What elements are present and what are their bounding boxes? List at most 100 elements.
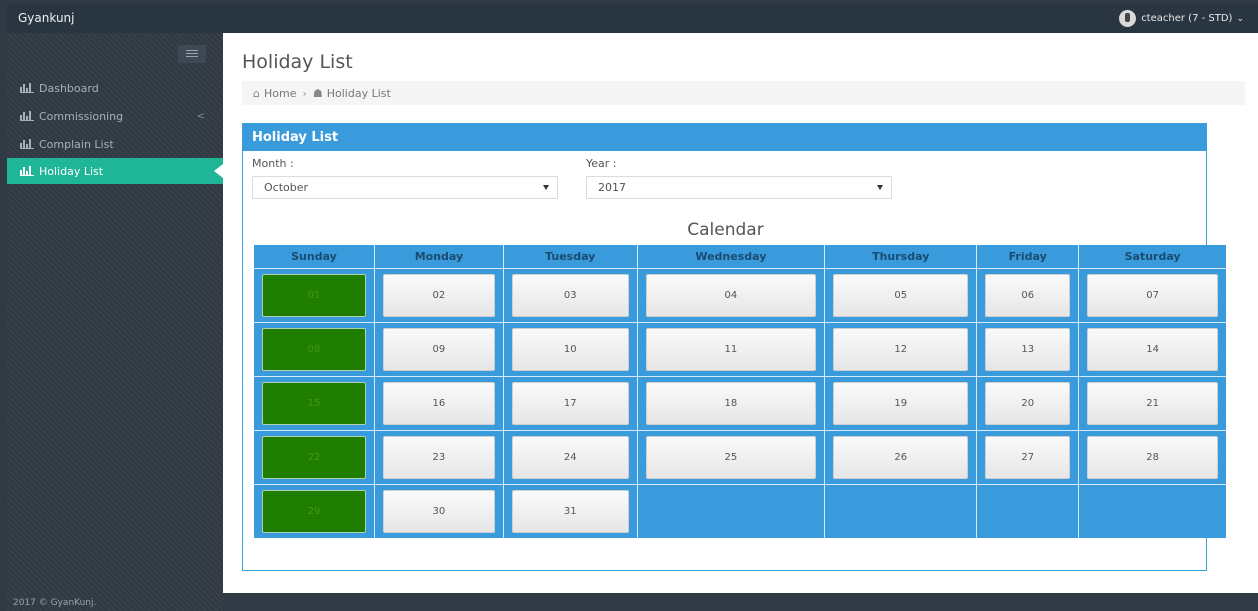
holiday-day-button[interactable]: 08 — [262, 327, 366, 371]
brand-name[interactable]: Gyankunj — [18, 11, 74, 25]
bar-chart-icon — [20, 139, 34, 149]
calendar-cell: 03 — [503, 267, 638, 322]
day-button[interactable]: 23 — [382, 435, 495, 479]
main-content: Holiday List ⌂ Home › ☗ Holiday List Hol… — [223, 33, 1258, 593]
calendar-week-row: 01 02 03 04 05 06 07 — [254, 267, 1226, 322]
calendar-cell — [824, 483, 978, 538]
user-name: cteacher (7 - STD) — [1141, 13, 1233, 24]
calendar-cell — [1078, 483, 1226, 538]
calendar-cell — [637, 483, 826, 538]
sidebar-item-holiday-list[interactable]: Holiday List — [7, 158, 223, 184]
day-button[interactable]: 20 — [985, 381, 1071, 425]
sidebar: Dashboard Commissioning < Complain List … — [7, 33, 223, 611]
day-button[interactable]: 12 — [833, 327, 969, 371]
day-button[interactable]: 14 — [1087, 327, 1218, 371]
year-select[interactable]: 2017 — [586, 176, 892, 199]
calendar-header-row: Sunday Monday Tuesday Wednesday Thursday Frid… — [254, 245, 1226, 268]
holiday-day-button[interactable]: 29 — [262, 489, 366, 533]
holiday-day-button[interactable]: 01 — [262, 273, 366, 317]
calendar-cell: 09 — [374, 321, 504, 376]
calendar-cell: 29 — [254, 483, 375, 538]
calendar-cell: 27 — [976, 429, 1080, 484]
caret-down-icon — [543, 185, 549, 190]
menu-toggle-button[interactable] — [178, 45, 206, 63]
calendar-cell: 16 — [374, 375, 504, 430]
top-bar: Gyankunj cteacher (7 - STD) ⌄ — [7, 4, 1258, 33]
breadcrumb: ⌂ Home › ☗ Holiday List — [242, 81, 1245, 105]
calendar-cell — [976, 483, 1080, 538]
month-select[interactable]: October — [252, 176, 558, 199]
day-button[interactable]: 17 — [511, 381, 629, 425]
day-button[interactable]: 02 — [382, 273, 495, 317]
day-button[interactable]: 03 — [511, 273, 629, 317]
bar-chart-icon — [20, 83, 34, 93]
calendar-cell: 25 — [637, 429, 826, 484]
footer-copyright: 2017 © GyanKunj. — [13, 598, 97, 608]
calendar-cell: 30 — [374, 483, 504, 538]
calendar-cell: 13 — [976, 321, 1080, 376]
day-button[interactable]: 05 — [833, 273, 969, 317]
avatar — [1119, 10, 1137, 27]
calendar-cell: 26 — [824, 429, 978, 484]
calendar-cell: 28 — [1078, 429, 1226, 484]
calendar-cell: 15 — [254, 375, 375, 430]
day-button[interactable]: 30 — [382, 489, 495, 533]
calendar-week-row: 22 23 24 25 26 27 28 — [254, 429, 1226, 484]
calendar-cell: 19 — [824, 375, 978, 430]
year-label: Year : — [586, 157, 617, 170]
chevron-left-icon: < — [196, 110, 205, 122]
weekday-header: Monday — [374, 245, 504, 268]
day-button[interactable]: 24 — [511, 435, 629, 479]
day-button[interactable]: 04 — [645, 273, 817, 317]
calendar-cell: 24 — [503, 429, 638, 484]
day-button[interactable]: 11 — [645, 327, 817, 371]
month-select-value: October — [264, 181, 309, 194]
day-button[interactable]: 09 — [382, 327, 495, 371]
calendar-cell: 04 — [637, 267, 826, 322]
bar-chart-icon — [20, 111, 34, 121]
calendar-table: Sunday Monday Tuesday Wednesday Thursday Frid… — [254, 245, 1226, 538]
home-icon: ⌂ — [253, 86, 260, 100]
calendar-cell: 21 — [1078, 375, 1226, 430]
calendar-cell: 31 — [503, 483, 638, 538]
calendar-cell: 07 — [1078, 267, 1226, 322]
day-button[interactable]: 10 — [511, 327, 629, 371]
day-button[interactable]: 31 — [511, 489, 629, 533]
day-button[interactable]: 07 — [1087, 273, 1218, 317]
holiday-day-button[interactable]: 15 — [262, 381, 366, 425]
sidebar-item-commissioning[interactable]: Commissioning < — [7, 103, 223, 129]
day-button[interactable]: 18 — [645, 381, 817, 425]
day-button[interactable]: 16 — [382, 381, 495, 425]
calendar-cell: 20 — [976, 375, 1080, 430]
user-icon: ☗ — [312, 86, 323, 100]
day-button[interactable]: 26 — [833, 435, 969, 479]
sidebar-item-label: Holiday List — [39, 164, 104, 178]
caret-down-icon — [877, 185, 883, 190]
year-select-value: 2017 — [598, 181, 626, 194]
sidebar-item-label: Complain List — [39, 137, 114, 151]
sidebar-item-label: Commissioning — [39, 109, 124, 123]
calendar-cell: 17 — [503, 375, 638, 430]
day-button[interactable]: 19 — [833, 381, 969, 425]
day-button[interactable]: 28 — [1087, 435, 1218, 479]
day-button[interactable]: 25 — [645, 435, 817, 479]
weekday-header: Tuesday — [503, 245, 638, 268]
sidebar-item-complain-list[interactable]: Complain List — [7, 131, 223, 157]
sidebar-item-dashboard[interactable]: Dashboard — [7, 75, 223, 101]
weekday-header: Sunday — [254, 245, 375, 268]
calendar-cell: 06 — [976, 267, 1080, 322]
breadcrumb-home[interactable]: Home — [264, 87, 296, 100]
day-button[interactable]: 27 — [985, 435, 1071, 479]
holiday-day-button[interactable]: 22 — [262, 435, 366, 479]
user-menu[interactable]: cteacher (7 - STD) ⌄ — [1119, 10, 1244, 27]
day-button[interactable]: 13 — [985, 327, 1071, 371]
calendar-cell: 02 — [374, 267, 504, 322]
calendar-cell: 18 — [637, 375, 826, 430]
sidebar-item-label: Dashboard — [39, 81, 99, 95]
day-button[interactable]: 21 — [1087, 381, 1218, 425]
day-button[interactable]: 06 — [985, 273, 1071, 317]
calendar-cell: 23 — [374, 429, 504, 484]
breadcrumb-current: Holiday List — [326, 86, 391, 100]
calendar-week-row: 15 16 17 18 19 20 21 — [254, 375, 1226, 430]
month-label: Month : — [252, 157, 294, 170]
